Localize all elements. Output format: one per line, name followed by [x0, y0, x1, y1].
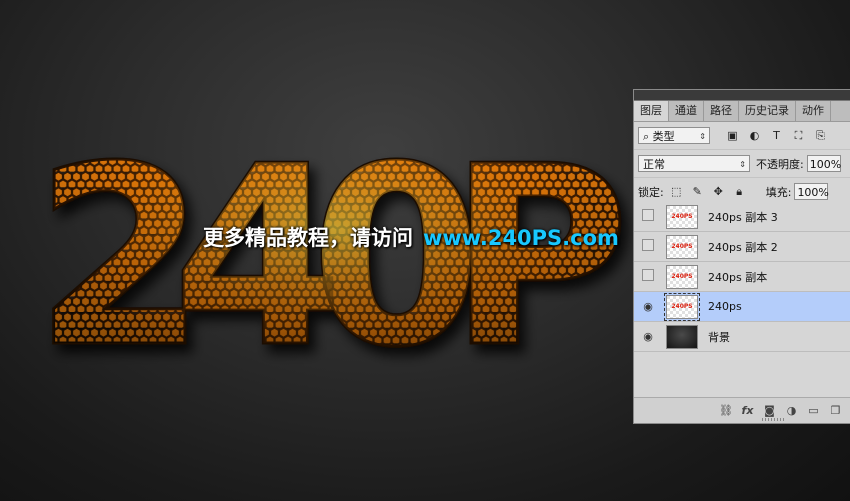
filter-icons: ▣ ◐ T ⛶ ⎘	[726, 129, 827, 142]
opacity-label: 不透明度:	[756, 157, 804, 171]
adjustment-filter-icon[interactable]: ◐	[748, 129, 761, 142]
layer-row[interactable]: 240PS 240ps 副本 2	[634, 232, 850, 262]
layer-row[interactable]: 240PS 240ps 副本	[634, 262, 850, 292]
layer-row[interactable]: 240PS 240ps 副本 3	[634, 202, 850, 232]
new-layer-icon[interactable]: ❐	[829, 404, 842, 417]
folder-icon[interactable]: ▭	[807, 404, 820, 417]
eye-icon[interactable]: ◉	[634, 330, 662, 343]
mask-icon[interactable]: ◙	[763, 404, 776, 417]
watermark-text: 更多精品教程，请访问	[203, 226, 413, 250]
adjustment-icon[interactable]: ◑	[785, 404, 798, 417]
visibility-toggle[interactable]	[634, 269, 662, 284]
layer-list: 240PS 240ps 副本 3 240PS 240ps 副本 2 240PS …	[634, 202, 850, 352]
lock-move-icon[interactable]: ✥	[712, 185, 725, 198]
tab-paths[interactable]: 路径	[704, 101, 739, 121]
fx-icon[interactable]: fx	[741, 404, 754, 417]
panel-tabs: 图层 通道 路径 历史记录 动作	[634, 101, 850, 122]
layer-row[interactable]: ◉ 背景	[634, 322, 850, 352]
layer-thumbnail: 240PS	[666, 264, 698, 289]
tab-layers[interactable]: 图层	[634, 101, 669, 121]
layer-thumbnail	[666, 324, 698, 349]
lock-icons: ⬚ ✎ ✥ 🔒︎	[670, 185, 746, 198]
big-text-dim: 240P	[34, 114, 634, 402]
updown-arrow-icon: ⇕	[699, 132, 706, 141]
blend-mode-select[interactable]: 正常 ⇕	[638, 155, 750, 172]
panel-bottom-bar: ⛓ fx ◙ ◑ ▭ ❐	[634, 397, 850, 423]
blend-mode-value: 正常	[643, 158, 665, 171]
blend-row: 正常 ⇕ 不透明度: 100%	[634, 150, 850, 178]
updown-arrow-icon: ⇕	[739, 160, 746, 169]
tab-actions[interactable]: 动作	[796, 101, 831, 121]
filter-label: 类型	[652, 130, 675, 143]
layers-panel: 图层 通道 路径 历史记录 动作 ⌕ 类型 ⇕ ▣ ◐ T ⛶ ⎘ 正常 ⇕ 不…	[633, 89, 850, 424]
layer-thumbnail: 240PS	[666, 204, 698, 229]
layer-thumbnail: 240PS	[666, 234, 698, 259]
layer-name: 240ps 副本 2	[708, 240, 778, 254]
lock-label: 锁定:	[638, 185, 664, 199]
resize-grip[interactable]	[762, 418, 784, 421]
panel-title-strip[interactable]	[634, 90, 850, 101]
filter-row: ⌕ 类型 ⇕ ▣ ◐ T ⛶ ⎘	[634, 122, 850, 150]
shape-filter-icon[interactable]: ⛶	[792, 129, 805, 142]
smart-object-filter-icon[interactable]: ⎘	[814, 129, 827, 142]
fill-input[interactable]: 100%	[794, 183, 829, 200]
eye-icon[interactable]: ◉	[634, 300, 662, 313]
image-filter-icon[interactable]: ▣	[726, 129, 739, 142]
layer-name: 背景	[708, 330, 730, 344]
link-icon[interactable]: ⛓	[719, 404, 733, 417]
lock-transparent-icon[interactable]: ⬚	[670, 185, 683, 198]
layer-name: 240ps 副本 3	[708, 210, 778, 224]
layer-name: 240ps 副本	[708, 270, 768, 284]
lock-brush-icon[interactable]: ✎	[691, 185, 704, 198]
opacity-input[interactable]: 100%	[806, 155, 841, 172]
visibility-toggle[interactable]	[634, 239, 662, 254]
visibility-toggle[interactable]	[634, 209, 662, 224]
layer-thumbnail: 240PS	[664, 292, 700, 321]
watermark-url[interactable]: www.240PS.com	[423, 226, 619, 250]
layer-name: 240ps	[708, 300, 742, 313]
type-filter-icon[interactable]: T	[770, 129, 783, 142]
tab-channels[interactable]: 通道	[669, 101, 704, 121]
layer-filter-select[interactable]: ⌕ 类型 ⇕	[638, 127, 710, 144]
search-icon: ⌕	[643, 130, 650, 143]
fill-label: 填充:	[765, 185, 792, 199]
lock-all-icon[interactable]: 🔒︎	[733, 185, 746, 198]
layer-row[interactable]: ◉ 240PS 240ps	[634, 292, 850, 322]
watermark: 更多精品教程，请访问 www.240PS.com	[203, 222, 619, 252]
tab-history[interactable]: 历史记录	[739, 101, 796, 121]
